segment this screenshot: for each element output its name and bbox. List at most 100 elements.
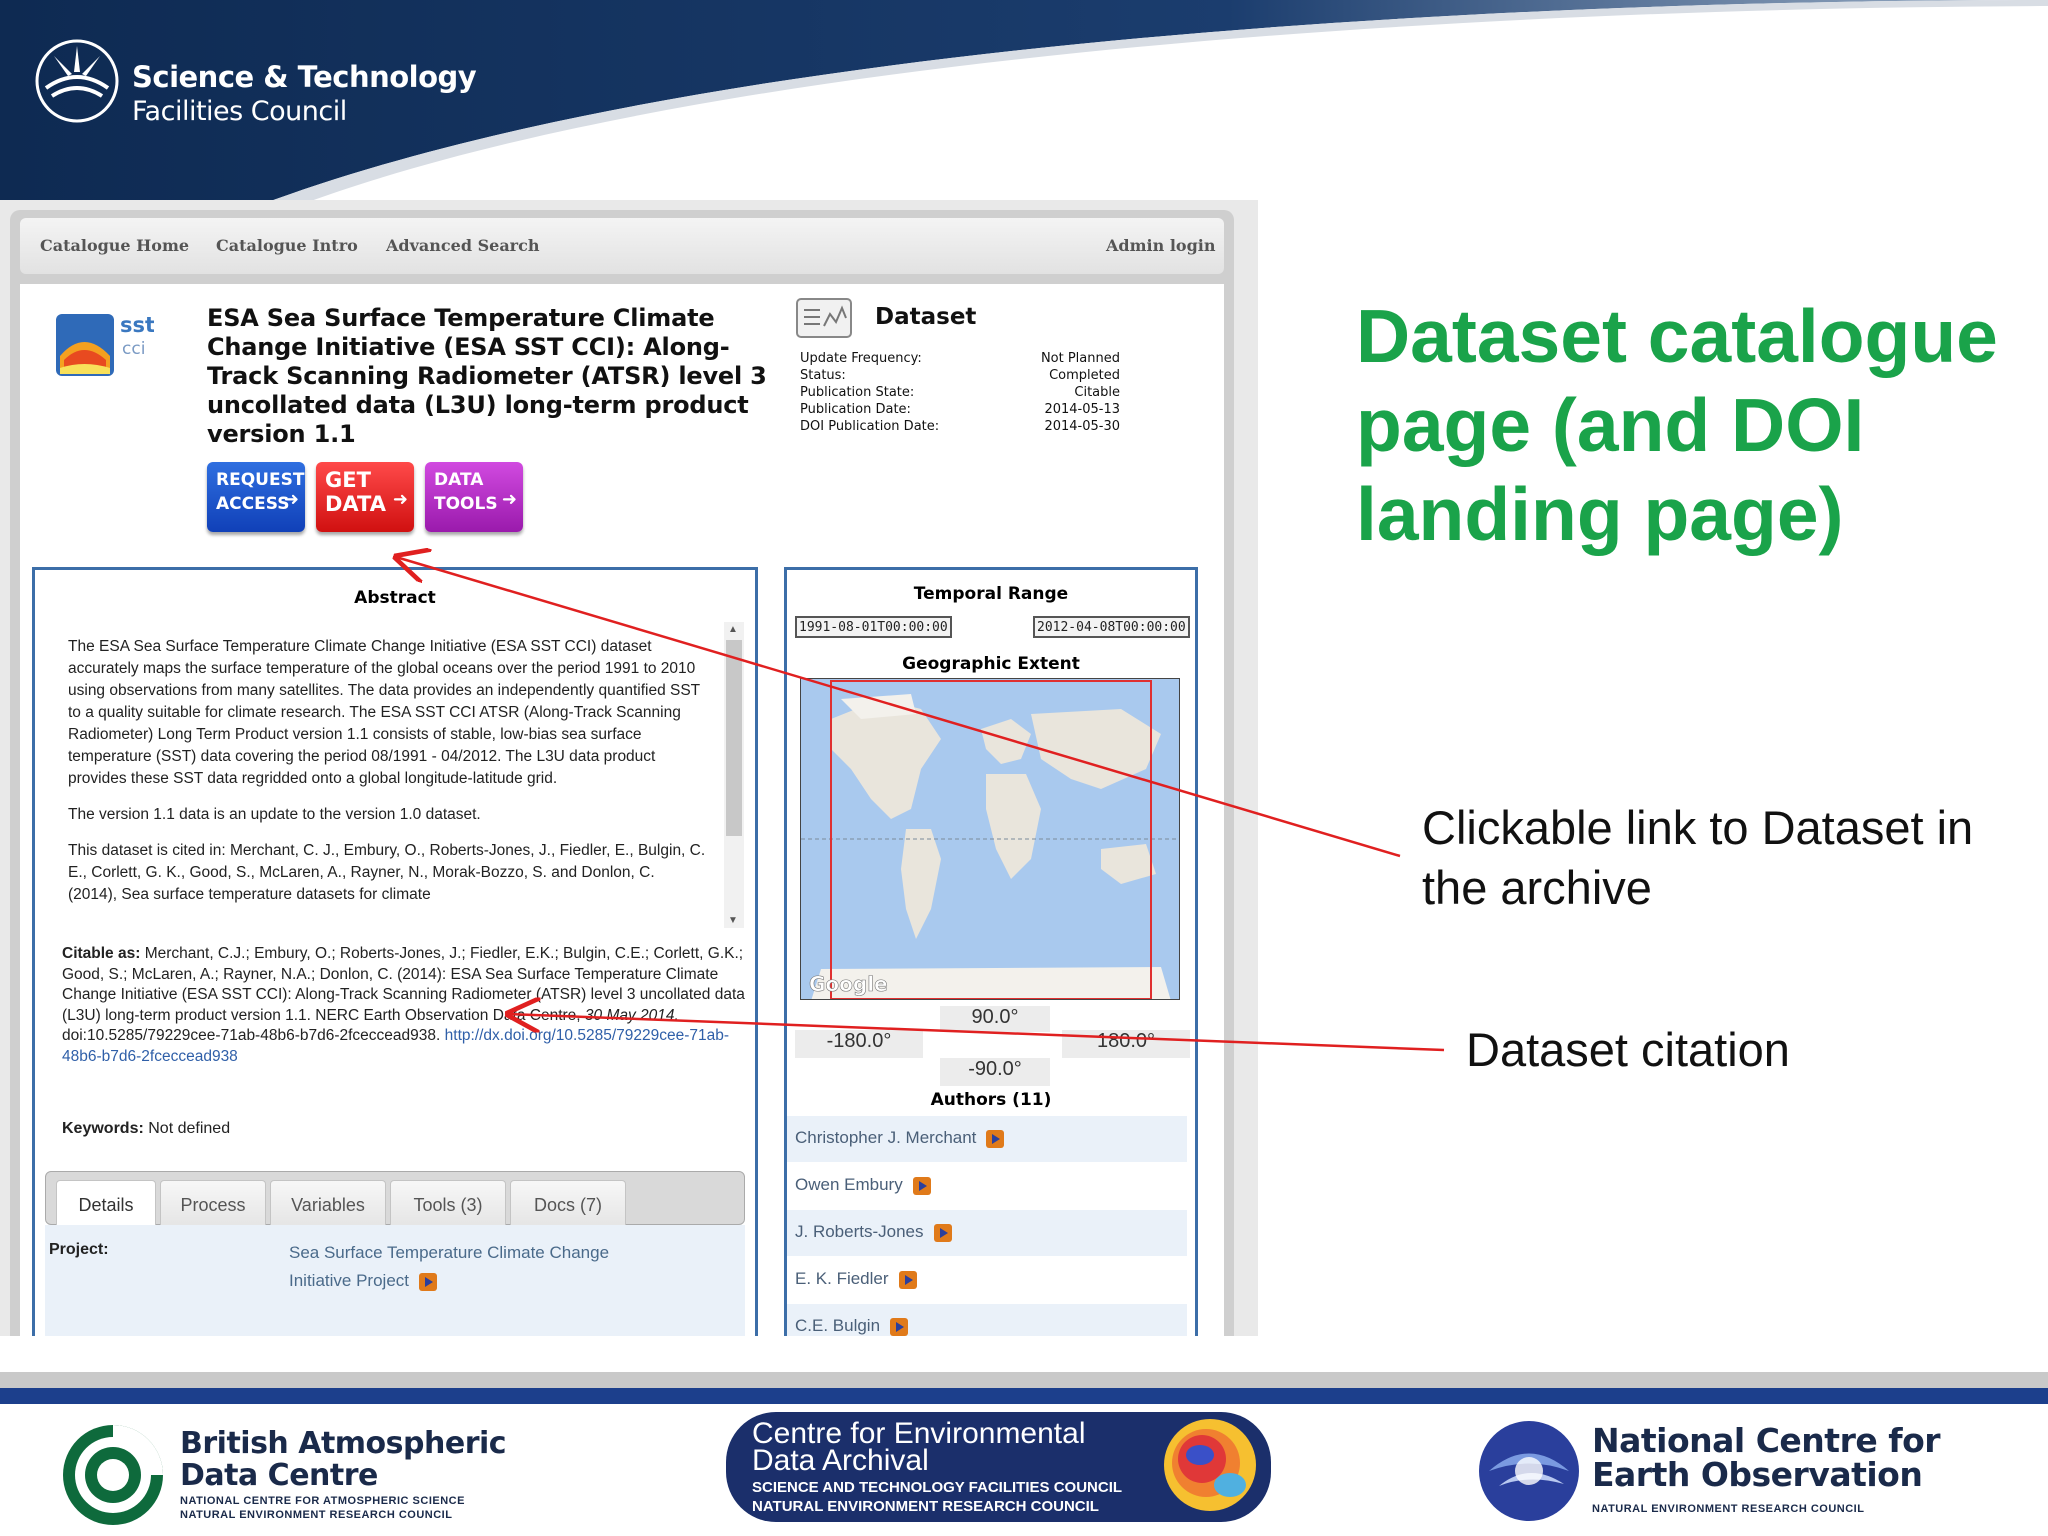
nceo-line-1: National Centre for xyxy=(1592,1421,1941,1460)
go-arrow-icon[interactable] xyxy=(986,1129,1005,1148)
go-arrow-icon[interactable] xyxy=(890,1317,909,1336)
author-item[interactable]: Owen Embury xyxy=(787,1163,1187,1209)
dataset-citation: Citable as: Merchant, C.J.; Embury, O.; … xyxy=(62,944,752,1067)
meta-value: Completed xyxy=(1049,368,1120,383)
meta-value: 2014-05-13 xyxy=(1044,402,1120,417)
meta-row: DOI Publication Date: 2014-05-30 xyxy=(800,418,1120,435)
nav-admin-login[interactable]: Admin login xyxy=(1106,236,1215,255)
arrow-right-icon: ➜ xyxy=(283,489,299,510)
meta-value: Not Planned xyxy=(1040,351,1120,366)
author-item[interactable]: E. K. Fiedler xyxy=(787,1257,1187,1303)
meta-value: 2014-05-30 xyxy=(1044,419,1120,434)
slide-title: Dataset catalogue page (and DOI landing … xyxy=(1356,294,1998,556)
author-name: J. Roberts-Jones xyxy=(795,1222,924,1241)
get-data-button[interactable]: GET DATA ➜ xyxy=(316,462,414,532)
abstract-title: Abstract xyxy=(354,588,436,608)
catalogue-page: sst cci ESA Sea Surface Temperature Clim… xyxy=(20,284,1224,1336)
abstract-text[interactable]: The ESA Sea Surface Temperature Climate … xyxy=(68,636,708,918)
nav-catalogue-home[interactable]: Catalogue Home xyxy=(40,236,189,255)
author-name: E. K. Fiedler xyxy=(795,1269,889,1288)
author-item[interactable]: C.E. Bulgin xyxy=(787,1304,1187,1336)
tab-content-details: Project: Sea Surface Temperature Climate… xyxy=(45,1225,745,1336)
org-line-2: Facilities Council xyxy=(132,96,347,127)
catalogue-screenshot: Catalogue Home Catalogue Intro Advanced … xyxy=(0,200,1258,1336)
scroll-down-icon[interactable]: ▼ xyxy=(728,915,738,926)
nceo-name: National Centre for Earth Observation xyxy=(1592,1421,1941,1494)
ceda-subtitle: SCIENCE AND TECHNOLOGY FACILITIES COUNCI… xyxy=(752,1478,1122,1516)
project-value: Sea Surface Temperature Climate Change I… xyxy=(289,1243,610,1290)
world-map: Google xyxy=(801,679,1179,999)
author-name: C.E. Bulgin xyxy=(795,1316,881,1335)
arrow-right-icon: ➜ xyxy=(501,489,517,510)
nceo-subtitle: NATURAL ENVIRONMENT RESEARCH COUNCIL xyxy=(1592,1503,1865,1515)
dataset-chart-icon xyxy=(796,298,852,338)
dataset-metadata: Update Frequency: Not Planned Status: Comp… xyxy=(800,350,1120,435)
tab-process[interactable]: Process xyxy=(160,1180,266,1226)
sst-logo-top: sst xyxy=(120,313,154,337)
badc-logo-icon xyxy=(63,1425,163,1525)
abstract-scrollbar[interactable]: ▲ ▼ xyxy=(724,622,744,928)
data-tools-button[interactable]: DATA TOOLS ➜ xyxy=(425,462,523,532)
meta-row: Status: Completed xyxy=(800,367,1120,384)
tab-details[interactable]: Details xyxy=(56,1180,156,1226)
nceo-line-2: Earth Observation xyxy=(1592,1455,1923,1494)
nceo-logo-icon xyxy=(1479,1421,1579,1521)
geographic-extent-map[interactable]: Google xyxy=(800,678,1180,1000)
meta-label: Update Frequency: xyxy=(800,351,922,366)
go-arrow-icon[interactable] xyxy=(419,1272,437,1291)
footer-rule xyxy=(0,1388,2048,1404)
org-line-1: Science & Technology xyxy=(132,60,477,94)
dataset-title: ESA Sea Surface Temperature Climate Chan… xyxy=(207,304,767,448)
keywords-label: Keywords: xyxy=(62,1120,144,1137)
geographic-extent-title: Geographic Extent xyxy=(902,654,1080,674)
nav-advanced-search[interactable]: Advanced Search xyxy=(386,236,539,255)
dataset-heading: Dataset xyxy=(875,304,977,330)
citation-doi: doi:10.5285/79229cee-71ab-48b6-b7d6-2fce… xyxy=(62,1027,441,1044)
coord-north: 90.0° xyxy=(940,1006,1050,1032)
author-item[interactable]: Christopher J. Merchant xyxy=(787,1116,1187,1162)
nav-catalogue-intro[interactable]: Catalogue Intro xyxy=(216,236,358,255)
detail-tabs: Details Process Variables Tools (3) Docs… xyxy=(45,1171,745,1226)
extent-panel: Temporal Range 1991-08-01T00:00:00 2012-… xyxy=(784,567,1198,1336)
scroll-up-icon[interactable]: ▲ xyxy=(728,624,738,635)
badc-line-1: British Atmospheric xyxy=(180,1426,507,1461)
stfc-logo-icon xyxy=(35,39,119,123)
footer-rule xyxy=(0,1372,2048,1388)
go-arrow-icon[interactable] xyxy=(933,1223,952,1242)
scrollbar-thumb[interactable] xyxy=(726,640,742,836)
abstract-paragraph: The ESA Sea Surface Temperature Climate … xyxy=(68,638,700,787)
author-name: Christopher J. Merchant xyxy=(795,1128,977,1147)
ceda-line-2: Data Archival xyxy=(752,1444,929,1477)
go-arrow-icon[interactable] xyxy=(898,1270,917,1289)
meta-label: DOI Publication Date: xyxy=(800,419,940,434)
tab-tools[interactable]: Tools (3) xyxy=(390,1180,506,1226)
annotation-link: Clickable link to Dataset in the archive xyxy=(1422,801,1974,914)
meta-label: Status: xyxy=(800,368,846,383)
abstract-panel: Abstract The ESA Sea Surface Temperature… xyxy=(32,567,758,1336)
project-link[interactable]: Sea Surface Temperature Climate Change I… xyxy=(289,1239,649,1295)
request-access-button[interactable]: REQUEST ACCESS ➜ xyxy=(207,462,305,532)
tab-variables[interactable]: Variables xyxy=(270,1180,386,1226)
badc-name: British Atmospheric Data Centre xyxy=(180,1426,507,1493)
temporal-range-title: Temporal Range xyxy=(913,584,1069,604)
slide: Science & Technology Facilities Council … xyxy=(0,0,2048,1536)
meta-row: Publication Date: 2014-05-13 xyxy=(800,401,1120,418)
arrow-right-icon: ➜ xyxy=(392,489,408,510)
badc-sub-1: NATIONAL CENTRE FOR ATMOSPHERIC SCIENCE xyxy=(180,1495,465,1507)
abstract-paragraph: The version 1.1 data is an update to the… xyxy=(68,806,481,823)
authors-title: Authors (11) xyxy=(930,1090,1052,1110)
coord-west: -180.0° xyxy=(795,1030,923,1058)
go-arrow-icon[interactable] xyxy=(912,1176,931,1195)
temporal-start-field: 1991-08-01T00:00:00 xyxy=(795,616,952,638)
project-label: Project: xyxy=(49,1241,109,1258)
sst-logo-bottom: cci xyxy=(122,339,145,359)
ceda-name: Centre for Environmental Data Archival xyxy=(752,1417,1086,1477)
meta-label: Publication State: xyxy=(800,385,915,400)
author-item[interactable]: J. Roberts-Jones xyxy=(787,1210,1187,1256)
tab-docs[interactable]: Docs (7) xyxy=(510,1180,626,1226)
badc-line-2: Data Centre xyxy=(180,1458,378,1493)
badc-subtitle: NATIONAL CENTRE FOR ATMOSPHERIC SCIENCE … xyxy=(180,1494,465,1522)
ceda-line-1: Centre for Environmental xyxy=(752,1417,1086,1450)
ceda-globe-icon xyxy=(1164,1419,1256,1511)
meta-value: Citable xyxy=(1074,385,1120,400)
